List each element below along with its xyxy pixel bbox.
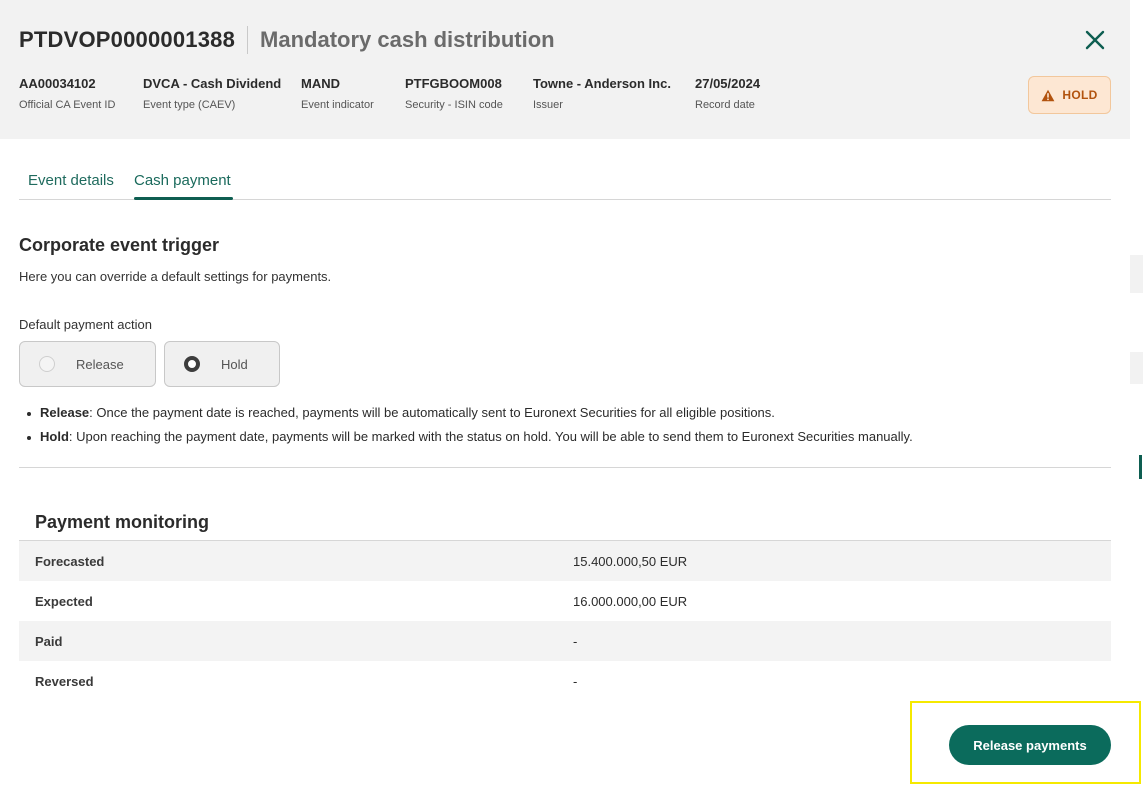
background-panel-accent — [1139, 455, 1142, 479]
event-header: PTDVOP0000001388 Mandatory cash distribu… — [0, 0, 1130, 139]
title-divider — [247, 26, 249, 54]
row-value: - — [573, 673, 578, 689]
trigger-description: Here you can override a default settings… — [19, 269, 332, 284]
section-divider — [19, 467, 1111, 468]
radio-release[interactable]: Release — [19, 341, 156, 387]
payment-action-label: Default payment action — [19, 317, 152, 332]
trigger-section-title: Corporate event trigger — [19, 235, 220, 255]
row-value: - — [573, 633, 578, 649]
row-label: Paid — [35, 633, 63, 649]
meta-event-type: DVCA - Cash Dividend Event type (CAEV) — [143, 76, 281, 111]
meta-value: AA00034102 — [19, 76, 96, 91]
meta-issuer: Towne - Anderson Inc. Issuer — [533, 76, 671, 111]
table-row: Paid - — [19, 621, 1111, 661]
row-label: Reversed — [35, 673, 94, 689]
note-hold: Hold: Upon reaching the payment date, pa… — [27, 425, 913, 449]
active-tab-indicator — [134, 197, 233, 200]
close-button[interactable] — [1082, 27, 1108, 53]
row-label: Forecasted — [35, 553, 105, 569]
meta-label: Record date — [695, 99, 755, 111]
meta-label: Event type (CAEV) — [143, 99, 236, 111]
event-reference: PTDVOP0000001388 — [19, 27, 236, 52]
note-term: Hold — [40, 429, 69, 444]
monitoring-section-title: Payment monitoring — [35, 512, 210, 532]
note-term: Release — [40, 405, 90, 420]
radio-unselected-icon — [39, 356, 55, 372]
background-panel-edge — [1130, 352, 1143, 384]
tab-event-details[interactable]: Event details — [28, 172, 114, 189]
status-badge-label: HOLD — [1062, 88, 1098, 102]
meta-event-indicator: MAND Event indicator — [301, 76, 374, 111]
close-icon — [1085, 30, 1105, 50]
meta-record-date: 27/05/2024 Record date — [695, 76, 760, 111]
tab-bar: Event details Cash payment — [19, 160, 1111, 200]
meta-value: PTFGBOOM008 — [405, 76, 502, 91]
background-panel-edge — [1130, 255, 1143, 293]
status-badge: HOLD — [1028, 76, 1111, 114]
table-row: Forecasted 15.400.000,50 EUR — [19, 541, 1111, 581]
radio-selected-icon — [184, 356, 200, 372]
row-label: Expected — [35, 593, 93, 609]
row-value: 15.400.000,50 EUR — [573, 553, 688, 569]
payment-action-notes: Release: Once the payment date is reache… — [27, 401, 913, 449]
table-row: Reversed - — [19, 661, 1111, 701]
radio-release-label: Release — [76, 356, 124, 372]
meta-label: Issuer — [533, 99, 563, 111]
meta-label: Security - ISIN code — [405, 99, 503, 111]
note-text: : Upon reaching the payment date, paymen… — [68, 429, 913, 444]
meta-value: MAND — [301, 76, 340, 91]
note-release: Release: Once the payment date is reache… — [27, 401, 913, 425]
row-value: 16.000.000,00 EUR — [573, 593, 688, 609]
meta-value: DVCA - Cash Dividend — [143, 76, 282, 91]
meta-isin-code: PTFGBOOM008 Security - ISIN code — [405, 76, 503, 111]
radio-hold-label: Hold — [221, 356, 248, 372]
table-row: Expected 16.000.000,00 EUR — [19, 581, 1111, 621]
note-text: : Once the payment date is reached, paym… — [89, 405, 775, 420]
release-payments-button[interactable]: Release payments — [949, 725, 1111, 765]
title-row: PTDVOP0000001388 Mandatory cash distribu… — [19, 26, 555, 54]
payment-monitoring-table: Forecasted 15.400.000,50 EUR Expected 16… — [19, 540, 1111, 701]
meta-label: Event indicator — [301, 99, 374, 111]
radio-hold[interactable]: Hold — [164, 341, 280, 387]
warning-icon — [1041, 89, 1055, 101]
meta-value: Towne - Anderson Inc. — [533, 76, 671, 91]
meta-label: Official CA Event ID — [19, 99, 116, 111]
page-title: Mandatory cash distribution — [260, 27, 555, 52]
tab-cash-payment[interactable]: Cash payment — [134, 172, 231, 189]
meta-value: 27/05/2024 — [695, 76, 761, 91]
meta-official-ca-event-id: AA00034102 Official CA Event ID — [19, 76, 115, 111]
